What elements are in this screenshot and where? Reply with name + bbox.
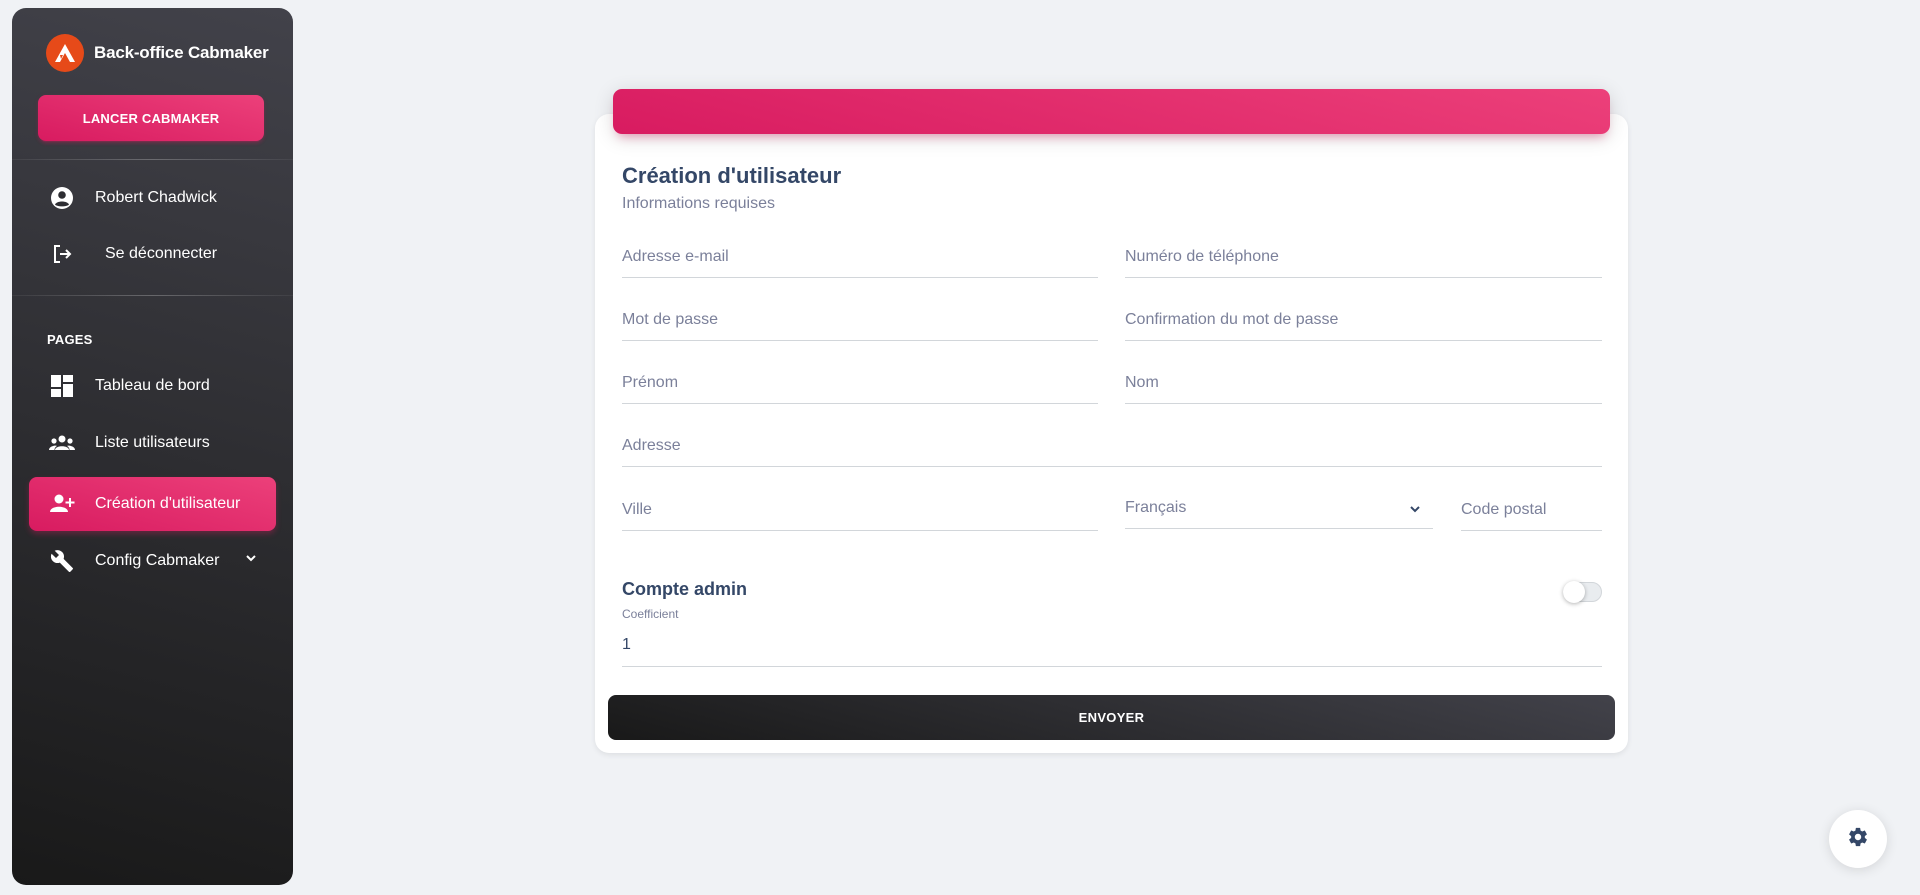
last-name-field[interactable]: Nom <box>1125 364 1602 404</box>
card-header-banner <box>613 89 1610 134</box>
sidebar-item-label: Robert Chadwick <box>95 189 217 206</box>
city-field-placeholder: Ville <box>622 501 652 518</box>
brand-name: Back-office Cabmaker <box>94 43 269 62</box>
language-select-value: Français <box>1125 499 1187 516</box>
dashboard-icon <box>49 373 75 399</box>
email-field[interactable]: Adresse e-mail <box>622 238 1098 278</box>
sidebar-divider <box>12 295 293 296</box>
coefficient-label: Coefficient <box>622 607 679 621</box>
wrench-icon <box>49 548 75 574</box>
postal-code-field-placeholder: Code postal <box>1461 501 1547 518</box>
form-subtitle: Informations requises <box>622 195 775 212</box>
postal-code-field[interactable]: Code postal <box>1461 491 1602 531</box>
brand[interactable]: Back-office Cabmaker <box>46 34 269 72</box>
add-user-icon <box>49 491 75 517</box>
launch-cabmaker-button[interactable]: LANCER CABMAKER <box>38 95 264 141</box>
sidebar-item-profile[interactable]: Robert Chadwick <box>29 171 276 225</box>
sidebar-item-label: Création d'utilisateur <box>95 495 241 512</box>
sidebar-item-logout[interactable]: Se déconnecter <box>29 227 276 281</box>
city-field[interactable]: Ville <box>622 491 1098 531</box>
users-icon <box>49 430 75 456</box>
sidebar-item-create-user[interactable]: Création d'utilisateur <box>29 477 276 531</box>
coefficient-value: 1 <box>622 636 631 653</box>
chevron-down-icon[interactable] <box>244 551 258 570</box>
submit-button[interactable]: ENVOYER <box>608 695 1615 740</box>
sidebar-item-config[interactable]: Config Cabmaker <box>29 534 276 588</box>
password-field-placeholder: Mot de passe <box>622 311 719 328</box>
logout-icon <box>49 241 75 267</box>
last-name-field-placeholder: Nom <box>1125 374 1159 391</box>
sidebar-item-dashboard[interactable]: Tableau de bord <box>29 359 276 413</box>
first-name-field[interactable]: Prénom <box>622 364 1098 404</box>
admin-account-toggle[interactable] <box>1563 581 1602 603</box>
password-confirm-field[interactable]: Confirmation du mot de passe <box>1125 301 1602 341</box>
sidebar-item-label: Liste utilisateurs <box>95 434 210 451</box>
gear-icon <box>1847 826 1869 853</box>
sidebar-item-users[interactable]: Liste utilisateurs <box>29 416 276 470</box>
sidebar-section-title: PAGES <box>47 332 93 347</box>
phone-field[interactable]: Numéro de téléphone <box>1125 238 1602 278</box>
toggle-knob <box>1563 581 1585 603</box>
language-select[interactable]: Français <box>1125 490 1433 529</box>
admin-account-label: Compte admin <box>622 579 748 599</box>
page-title: Création d'utilisateur <box>622 163 842 188</box>
brand-logo-icon <box>46 34 84 72</box>
first-name-field-placeholder: Prénom <box>622 374 679 391</box>
address-field[interactable]: Adresse <box>622 427 1602 467</box>
account-circle-icon <box>49 185 75 211</box>
sidebar-item-label: Tableau de bord <box>95 377 210 394</box>
sidebar-divider <box>12 159 293 160</box>
password-field[interactable]: Mot de passe <box>622 301 1098 341</box>
password-confirm-field-placeholder: Confirmation du mot de passe <box>1125 311 1339 328</box>
chevron-down-icon <box>1409 502 1421 520</box>
sidebar-item-label: Se déconnecter <box>105 245 218 262</box>
phone-field-placeholder: Numéro de téléphone <box>1125 248 1279 265</box>
coefficient-field[interactable]: 1 <box>622 627 1602 667</box>
settings-button[interactable] <box>1829 810 1887 868</box>
sidebar-item-label: Config Cabmaker <box>95 552 220 569</box>
sidebar: Back-office Cabmaker LANCER CABMAKER Rob… <box>12 8 293 885</box>
email-field-placeholder: Adresse e-mail <box>622 248 729 265</box>
address-field-placeholder: Adresse <box>622 437 681 454</box>
